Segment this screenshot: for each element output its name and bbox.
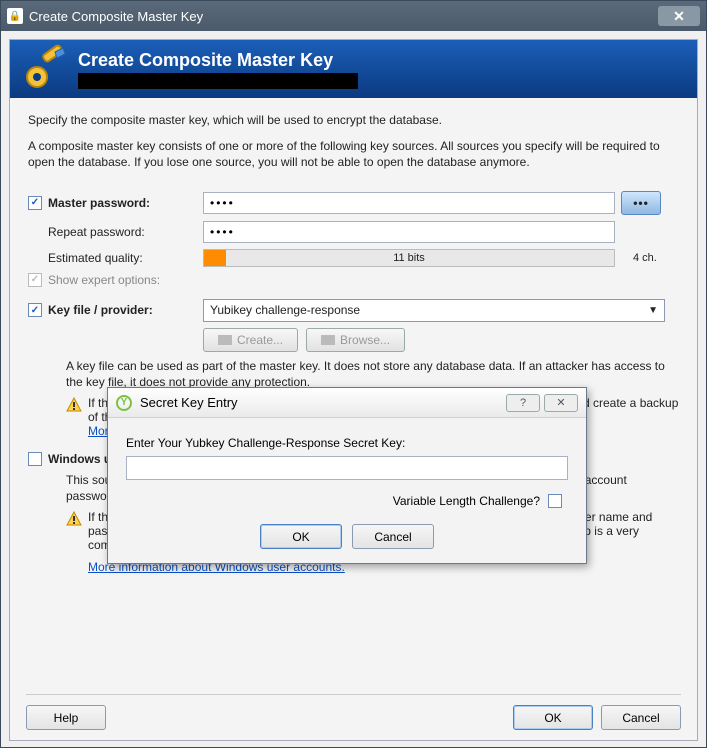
keyfile-selected: Yubikey challenge-response bbox=[210, 303, 360, 317]
quality-label: Estimated quality: bbox=[48, 251, 143, 265]
master-password-input[interactable] bbox=[203, 192, 615, 214]
create-keyfile-button[interactable]: Create... bbox=[203, 328, 298, 352]
close-button[interactable]: ✕ bbox=[658, 6, 700, 26]
quality-text: 11 bits bbox=[393, 252, 425, 264]
modal-close-button[interactable]: ✕ bbox=[544, 394, 578, 412]
modal-cancel-button[interactable]: Cancel bbox=[352, 524, 434, 549]
ok-button[interactable]: OK bbox=[513, 705, 593, 730]
keyfile-checkbox[interactable] bbox=[28, 303, 42, 317]
header-title: Create Composite Master Key bbox=[78, 50, 358, 71]
modal-title: Secret Key Entry bbox=[140, 395, 238, 410]
intro-2: A composite master key consists of one o… bbox=[28, 138, 679, 170]
secret-key-input[interactable] bbox=[126, 456, 568, 480]
yubikey-icon: Y bbox=[116, 395, 132, 411]
reveal-password-button[interactable]: ••• bbox=[621, 191, 661, 215]
windows-account-checkbox[interactable] bbox=[28, 452, 42, 466]
variable-length-label: Variable Length Challenge? bbox=[393, 494, 540, 508]
expert-options-label: Show expert options: bbox=[48, 273, 160, 287]
new-doc-icon bbox=[218, 335, 232, 345]
repeat-password-label: Repeat password: bbox=[48, 225, 145, 239]
warning-icon bbox=[66, 397, 82, 413]
folder-icon bbox=[321, 335, 335, 345]
keyfile-provider-select[interactable]: Yubikey challenge-response ▼ bbox=[203, 299, 665, 322]
keyfile-label: Key file / provider: bbox=[48, 303, 153, 317]
modal-titlebar: Y Secret Key Entry ? ✕ bbox=[108, 388, 586, 418]
master-password-label: Master password: bbox=[48, 196, 150, 210]
modal-prompt: Enter Your Yubkey Challenge-Response Sec… bbox=[126, 436, 568, 450]
key-icon bbox=[20, 44, 70, 94]
intro-1: Specify the composite master key, which … bbox=[28, 112, 679, 128]
modal-ok-button[interactable]: OK bbox=[260, 524, 342, 549]
master-password-checkbox[interactable] bbox=[28, 196, 42, 210]
chevron-down-icon: ▼ bbox=[648, 305, 658, 316]
modal-help-button[interactable]: ? bbox=[506, 394, 540, 412]
secret-key-dialog: Y Secret Key Entry ? ✕ Enter Your Yubkey… bbox=[107, 387, 587, 564]
quality-bar: 11 bits bbox=[203, 249, 615, 267]
main-window: 🔒 Create Composite Master Key ✕ Create C… bbox=[0, 0, 707, 748]
expert-options-checkbox bbox=[28, 273, 42, 287]
variable-length-checkbox[interactable] bbox=[548, 494, 562, 508]
warning-icon bbox=[66, 511, 82, 527]
browse-keyfile-button[interactable]: Browse... bbox=[306, 328, 405, 352]
help-button[interactable]: Help bbox=[26, 705, 106, 730]
cancel-button[interactable]: Cancel bbox=[601, 705, 681, 730]
lock-icon: 🔒 bbox=[7, 8, 23, 24]
quality-fill bbox=[204, 250, 226, 266]
header-subtitle-redacted bbox=[78, 73, 358, 89]
keyfile-note: A key file can be used as part of the ma… bbox=[66, 358, 679, 390]
header-banner: Create Composite Master Key bbox=[10, 40, 697, 98]
repeat-password-input[interactable] bbox=[203, 221, 615, 243]
titlebar: 🔒 Create Composite Master Key ✕ bbox=[1, 1, 706, 31]
char-count: 4 ch. bbox=[633, 252, 657, 264]
window-title: Create Composite Master Key bbox=[29, 9, 658, 24]
